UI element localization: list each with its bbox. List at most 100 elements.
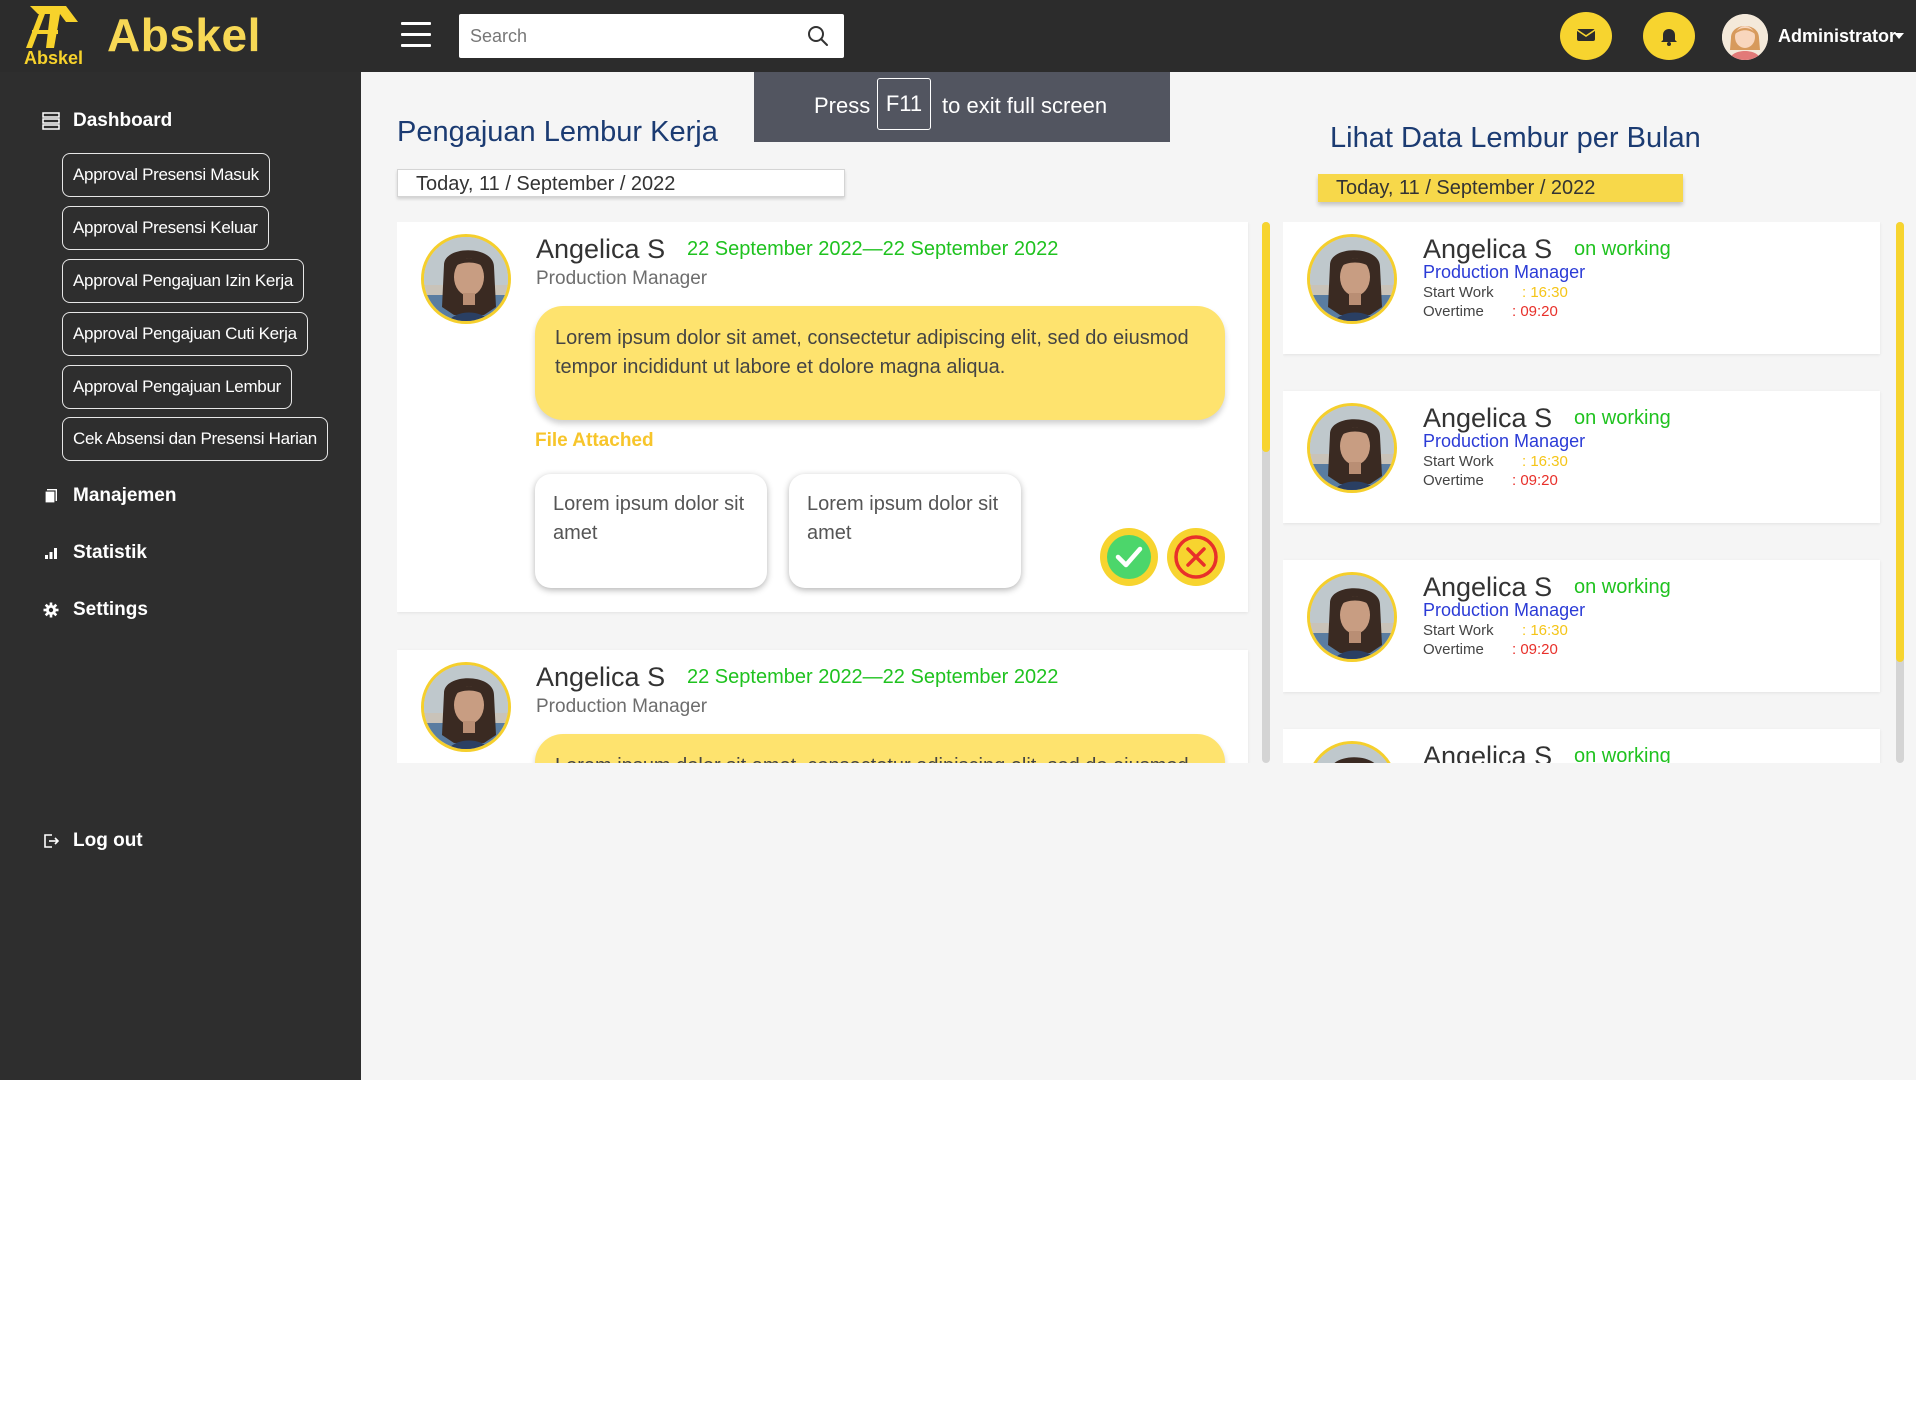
top-bar: Abskel Abskel Search Administrator (0, 0, 1916, 72)
sidebar-item-label: Settings (73, 599, 148, 620)
employee-name: Angelica S (1423, 234, 1553, 264)
scrollbar-thumb[interactable] (1262, 222, 1270, 452)
employee-role: Production Manager (1423, 262, 1586, 282)
employee-name: Angelica S (1423, 741, 1553, 763)
start-work-label: Start Work (1423, 453, 1494, 470)
avatar (1307, 234, 1397, 324)
check-icon (1107, 535, 1151, 579)
employee-overtime-card: Angelica S on working Production Manager… (1283, 560, 1880, 692)
brand-name: Abskel (107, 9, 261, 61)
fullscreen-notice: Press F11 to exit full screen (754, 72, 1170, 142)
start-work-label: Start Work (1423, 284, 1494, 301)
user-name: Administrator (1778, 26, 1897, 46)
sidebar-item-label: Log out (73, 830, 143, 851)
overtime-request-card: Angelica S 22 September 2022—22 Septembe… (397, 650, 1248, 763)
avatar (1307, 741, 1397, 763)
fullscreen-press-text: Press (814, 93, 871, 118)
avatar (1307, 403, 1397, 493)
overtime-request-card: Angelica S 22 September 2022—22 Septembe… (397, 222, 1248, 612)
sidebar-subitem-approval-lembur[interactable]: Approval Pengajuan Lembur (62, 365, 292, 409)
employee-name: Angelica S (536, 662, 666, 692)
employee-role: Production Manager (1423, 600, 1586, 620)
request-message: Lorem ipsum dolor sit amet, consectetur … (535, 734, 1225, 763)
employee-overtime-card: Angelica S on working (1283, 729, 1880, 763)
avatar (421, 662, 511, 752)
today-date-right: Today, 11 / September / 2022 (1318, 174, 1683, 202)
overtime-label: Overtime (1423, 472, 1484, 489)
employee-name: Angelica S (1423, 572, 1553, 602)
start-work-label: Start Work (1423, 622, 1494, 639)
sidebar-subitem-approval-presensi-keluar[interactable]: Approval Presensi Keluar (62, 206, 269, 250)
avatar (1307, 572, 1397, 662)
sidebar: Dashboard Approval Presensi Masuk Approv… (0, 72, 361, 1080)
section-title-data-lembur: Lihat Data Lembur per Bulan (1330, 122, 1701, 154)
bell-icon (1661, 29, 1677, 46)
sidebar-subitem-approval-izin-kerja[interactable]: Approval Pengajuan Izin Kerja (62, 259, 305, 303)
sidebar-subitem-approval-cuti-kerja[interactable]: Approval Pengajuan Cuti Kerja (62, 312, 308, 356)
mail-icon (1576, 29, 1596, 41)
search-icon[interactable] (806, 24, 830, 48)
file-attached-label: File Attached (535, 430, 654, 451)
notifications-button[interactable] (1643, 12, 1695, 60)
status-badge: on working (1574, 576, 1671, 598)
scrollbar-thumb[interactable] (1896, 222, 1904, 662)
sidebar-subitem-approval-presensi-masuk[interactable]: Approval Presensi Masuk (62, 153, 270, 197)
close-icon (1174, 535, 1218, 579)
mail-button[interactable] (1560, 12, 1612, 60)
overtime-label: Overtime (1423, 641, 1484, 658)
fullscreen-exit-text: to exit full screen (942, 93, 1108, 118)
avatar (421, 234, 511, 324)
attached-file[interactable]: Lorem ipsum dolor sit amet (535, 474, 767, 588)
employee-overtime-card: Angelica S on working Production Manager… (1283, 391, 1880, 523)
left-scrollbar[interactable] (1262, 222, 1270, 763)
sidebar-subitem-cek-absensi[interactable]: Cek Absensi dan Presensi Harian (62, 417, 328, 461)
avatar (1722, 14, 1768, 60)
app-window: Abskel Abskel Search Administrator Dashb… (0, 0, 1916, 1080)
section-title-pengajuan-lembur: Pengajuan Lembur Kerja (397, 116, 718, 148)
search-bar (459, 14, 844, 58)
sidebar-item-dashboard[interactable]: Dashboard (41, 106, 172, 136)
start-work-value: : 16:30 (1522, 622, 1568, 639)
right-scrollbar[interactable] (1896, 222, 1904, 763)
server-icon (41, 111, 61, 131)
employee-name: Angelica S (1423, 403, 1553, 433)
sidebar-item-settings[interactable]: Settings (41, 595, 148, 625)
date-range: 22 September 2022—22 September 2022 (687, 238, 1059, 260)
sidebar-item-label: Statistik (73, 542, 147, 563)
overtime-data-list: Angelica S on working Production Manager… (1283, 222, 1883, 763)
employee-name: Angelica S (536, 234, 666, 264)
gear-icon (41, 600, 61, 620)
approve-button[interactable] (1100, 528, 1158, 586)
employee-role: Production Manager (1423, 431, 1586, 451)
overtime-value: : 09:20 (1512, 303, 1558, 320)
caret-down-icon (1894, 33, 1904, 39)
status-badge: on working (1574, 407, 1671, 429)
sidebar-item-label: Dashboard (73, 110, 173, 131)
request-message: Lorem ipsum dolor sit amet, consectetur … (535, 306, 1225, 420)
employee-role: Production Manager (536, 268, 708, 289)
logo-wordmark: Abskel (24, 48, 84, 68)
start-work-value: : 16:30 (1522, 453, 1568, 470)
sidebar-item-label: Manajemen (73, 485, 177, 506)
overtime-value: : 09:20 (1512, 472, 1558, 489)
sidebar-item-manajemen[interactable]: Manajemen (41, 481, 176, 511)
overtime-value: : 09:20 (1512, 641, 1558, 658)
hamburger-icon[interactable] (401, 22, 431, 48)
attached-file[interactable]: Lorem ipsum dolor sit amet (789, 474, 1021, 588)
signal-bars-icon (41, 543, 61, 563)
f11-key: F11 (877, 78, 931, 130)
copy-icon (41, 486, 61, 506)
main-content: Pengajuan Lembur Kerja Today, 11 / Septe… (361, 72, 1916, 1080)
overtime-request-list: Angelica S 22 September 2022—22 Septembe… (397, 222, 1262, 763)
sidebar-item-logout[interactable]: Log out (41, 826, 143, 856)
search-input[interactable] (459, 14, 799, 58)
status-badge: on working (1574, 745, 1671, 763)
status-badge: on working (1574, 238, 1671, 260)
logout-icon (41, 831, 61, 851)
date-range: 22 September 2022—22 September 2022 (687, 666, 1059, 688)
start-work-value: : 16:30 (1522, 284, 1568, 301)
today-date-left: Today, 11 / September / 2022 (397, 169, 845, 197)
sidebar-item-statistik[interactable]: Statistik (41, 538, 147, 568)
reject-button[interactable] (1167, 528, 1225, 586)
employee-overtime-card: Angelica S on working Production Manager… (1283, 222, 1880, 354)
